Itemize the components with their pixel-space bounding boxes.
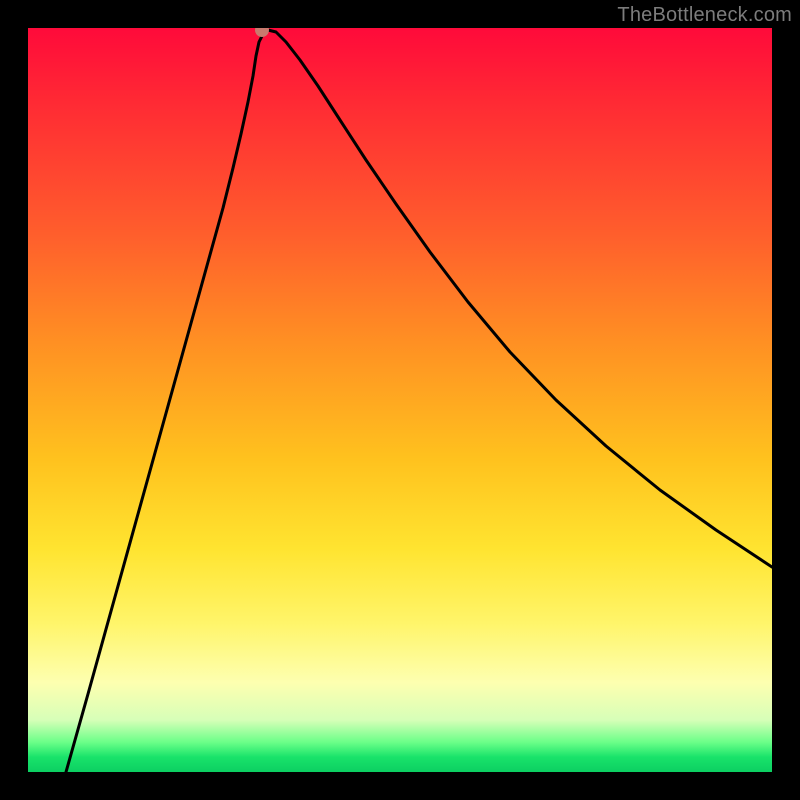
curve-path: [66, 30, 772, 772]
plot-area: [28, 28, 772, 772]
watermark-text: TheBottleneck.com: [617, 4, 792, 27]
minimum-marker: [255, 28, 269, 37]
chart-frame: TheBottleneck.com: [0, 0, 800, 800]
bottleneck-curve: [28, 28, 772, 772]
